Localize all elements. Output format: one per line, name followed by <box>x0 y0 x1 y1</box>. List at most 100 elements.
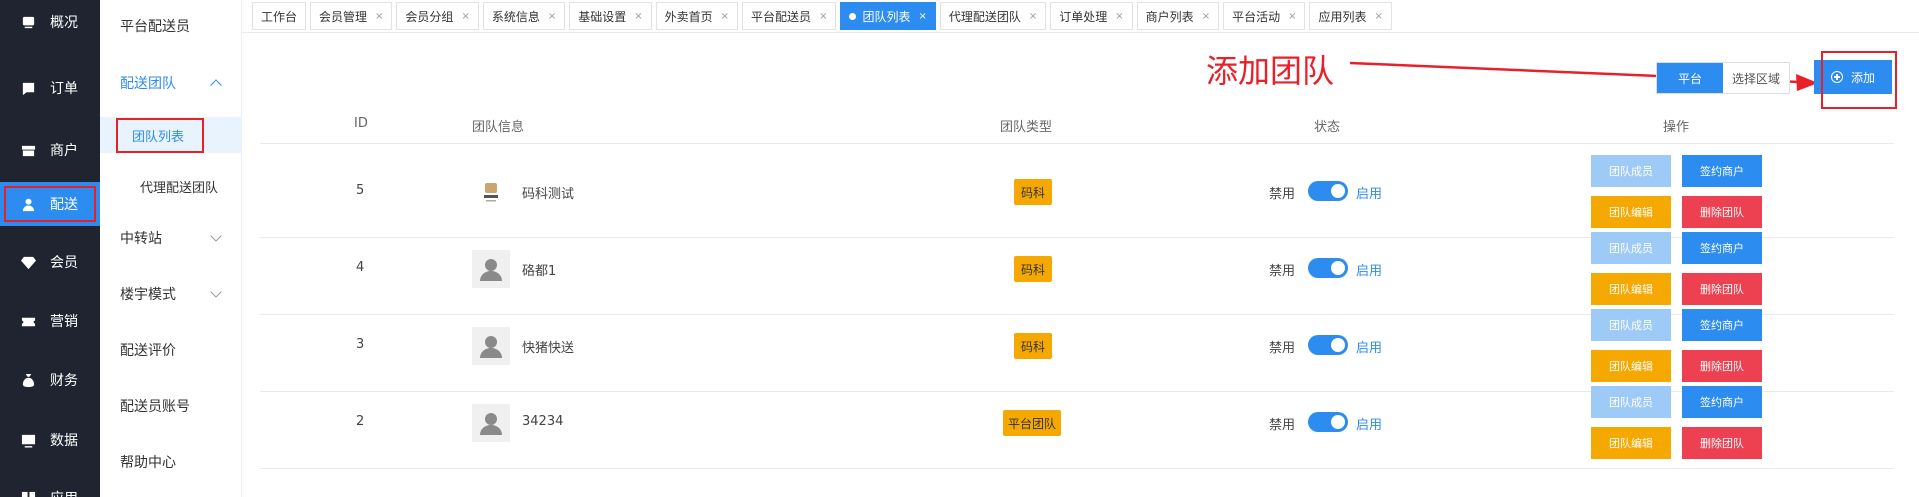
team-type-tag: 平台团队 <box>1003 410 1061 436</box>
submenu-label: 代理配送团队 <box>140 180 219 196</box>
nav-item-data[interactable]: 数据 <box>0 418 100 462</box>
tab-3[interactable]: 系统信息 × <box>482 2 566 30</box>
signed-stores-button[interactable]: 签约商户 <box>1682 386 1762 418</box>
status-toggle[interactable] <box>1308 412 1348 432</box>
tab-11[interactable]: 平台活动 × <box>1223 2 1306 30</box>
submenu-label: 配送评价 <box>120 343 176 359</box>
close-icon[interactable]: × <box>548 11 556 22</box>
tab-8[interactable]: 代理配送团队 × <box>939 2 1047 30</box>
close-icon[interactable]: × <box>375 11 383 22</box>
team-name: 码科测试 <box>522 187 575 202</box>
tab-label: 代理配送团队 <box>948 9 1021 24</box>
tab-4[interactable]: 基础设置 × <box>569 2 652 30</box>
order-icon <box>20 80 36 96</box>
nav-item-orders[interactable]: 订单 <box>0 66 100 110</box>
submenu-label: 团队列表 <box>116 117 205 153</box>
nav-item-label: 数据 <box>50 433 78 449</box>
tab-2[interactable]: 会员分组 × <box>396 2 479 30</box>
nav-item-label: 概况 <box>50 15 78 31</box>
team-members-button[interactable]: 团队成员 <box>1591 386 1671 418</box>
close-icon[interactable]: × <box>721 11 729 22</box>
plus-circle-icon <box>1830 71 1843 83</box>
table-row: 2 34234 平台团队 禁用 启用 团队成员 签约商户 团队编辑 删除团队 <box>260 376 1894 469</box>
submenu-group-delivery-team[interactable]: 配送团队 <box>100 65 242 101</box>
submenu-item-team-list[interactable]: 团队列表 <box>100 117 242 153</box>
tab-label: 基础设置 <box>578 9 627 24</box>
status-off-label: 禁用 <box>1269 187 1296 202</box>
team-members-button[interactable]: 团队成员 <box>1591 309 1671 341</box>
status-toggle[interactable] <box>1308 258 1348 278</box>
nav-item-delivery[interactable]: 配送 <box>0 182 100 226</box>
close-icon[interactable]: × <box>1029 11 1037 22</box>
chevron-down-icon <box>210 230 222 242</box>
tab-5[interactable]: 外卖首页 × <box>655 2 739 30</box>
submenu-label: 平台配送员 <box>120 19 190 35</box>
page-tabs: 工作台 会员管理 × 会员分组 × 系统信息 × 基础设置 × 外卖首页 × 平台配送员 × 团队列表 × 代… <box>252 0 1396 32</box>
submenu-item-rider-accounts[interactable]: 配送员账号 <box>100 388 242 424</box>
nav-item-label: 应用 <box>50 488 78 497</box>
tab-0[interactable]: 工作台 <box>252 2 307 30</box>
submenu-label: 中转站 <box>120 231 162 247</box>
close-icon[interactable]: × <box>918 11 926 22</box>
submenu-label: 配送员账号 <box>120 399 190 415</box>
col-actions: 操作 <box>1663 120 1690 135</box>
signed-stores-button[interactable]: 签约商户 <box>1682 309 1762 341</box>
submenu-item-help-center[interactable]: 帮助中心 <box>100 444 242 480</box>
tab-label: 订单处理 <box>1059 9 1108 24</box>
tab-1[interactable]: 会员管理 × <box>310 2 393 30</box>
tab-label: 会员分组 <box>405 9 454 24</box>
close-icon[interactable]: × <box>1202 11 1210 22</box>
team-id: 5 <box>356 183 365 198</box>
tab-label: 平台活动 <box>1232 9 1281 24</box>
team-avatar-icon <box>472 327 510 365</box>
tab-12[interactable]: 应用列表 × <box>1309 2 1392 30</box>
edit-team-button[interactable]: 团队编辑 <box>1591 427 1671 459</box>
submenu-group-transfer-station[interactable]: 中转站 <box>100 220 242 256</box>
submenu-label: 配送团队 <box>120 76 176 92</box>
status-off-label: 禁用 <box>1269 264 1296 279</box>
nav-item-overview[interactable]: 概况 <box>0 0 100 44</box>
nav-item-stores[interactable]: 商户 <box>0 128 100 172</box>
nav-item-finance[interactable]: 财务 <box>0 358 100 402</box>
close-icon[interactable]: × <box>1115 11 1123 22</box>
area-filter-segment: 平台 选择区域 <box>1656 62 1790 94</box>
close-icon[interactable]: × <box>461 11 469 22</box>
submenu-item-platform-riders[interactable]: 平台配送员 <box>100 8 242 44</box>
status-off-label: 禁用 <box>1269 341 1296 356</box>
nav-item-label: 配送 <box>50 197 78 213</box>
close-icon[interactable]: × <box>1375 11 1383 22</box>
submenu-item-delivery-reviews[interactable]: 配送评价 <box>100 332 242 368</box>
close-icon[interactable]: × <box>634 11 642 22</box>
close-icon[interactable]: × <box>819 11 827 22</box>
team-type-tag: 码科 <box>1014 256 1052 282</box>
team-members-button[interactable]: 团队成员 <box>1591 232 1671 264</box>
tab-9[interactable]: 订单处理 × <box>1050 2 1133 30</box>
nav-item-label: 会员 <box>50 255 78 271</box>
nav-item-members[interactable]: 会员 <box>0 240 100 284</box>
submenu-item-agent-team[interactable]: 代理配送团队 <box>100 168 242 204</box>
signed-stores-button[interactable]: 签约商户 <box>1682 232 1762 264</box>
status-toggle[interactable] <box>1308 181 1348 201</box>
nav-item-label: 订单 <box>50 81 78 97</box>
submenu-label: 帮助中心 <box>120 455 176 471</box>
close-icon[interactable]: × <box>1288 11 1296 22</box>
team-avatar-icon <box>472 250 510 288</box>
segment-platform[interactable]: 平台 <box>1657 63 1723 93</box>
nav-item-marketing[interactable]: 营销 <box>0 299 100 343</box>
tab-10[interactable]: 商户列表 × <box>1136 2 1220 30</box>
add-team-button[interactable]: 添加 <box>1814 60 1892 94</box>
segment-select-area[interactable]: 选择区域 <box>1723 63 1789 93</box>
tab-label: 平台配送员 <box>751 9 812 24</box>
signed-stores-button[interactable]: 签约商户 <box>1682 155 1762 187</box>
status-on-label: 启用 <box>1356 418 1383 433</box>
status-toggle[interactable] <box>1308 335 1348 355</box>
team-members-button[interactable]: 团队成员 <box>1591 155 1671 187</box>
col-team-info: 团队信息 <box>472 120 525 135</box>
nav-item-apps[interactable]: 应用 <box>0 476 100 497</box>
tab-7[interactable]: 团队列表 × <box>840 2 936 30</box>
submenu-group-building-mode[interactable]: 楼宇模式 <box>100 276 242 312</box>
delivery-user-icon <box>20 196 36 212</box>
main-nav: 概况 订单 商户 配送 会员 营销 财务 数据 应用 <box>0 0 100 497</box>
tab-6[interactable]: 平台配送员 × <box>742 2 837 30</box>
delete-team-button[interactable]: 删除团队 <box>1682 427 1762 459</box>
